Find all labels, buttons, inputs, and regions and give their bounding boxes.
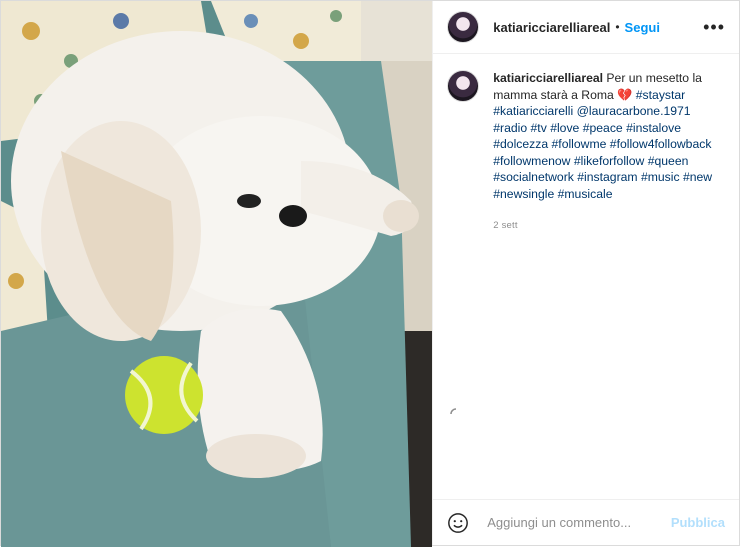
hashtag[interactable]: #peace xyxy=(583,121,623,135)
hashtag[interactable]: #radio xyxy=(493,121,527,135)
caption-username[interactable]: katiaricciarelliareal xyxy=(493,71,603,85)
hashtag[interactable]: #socialnetwork xyxy=(493,170,574,184)
smiley-icon[interactable] xyxy=(447,512,469,534)
hashtag[interactable]: #tv xyxy=(531,121,547,135)
dog-photo xyxy=(1,1,433,547)
post-photo[interactable] xyxy=(1,1,433,547)
hashtag[interactable]: #instagram xyxy=(577,170,637,184)
hashtag[interactable]: #followme xyxy=(552,137,607,151)
hashtag[interactable]: #love xyxy=(550,121,579,135)
more-horizontal-icon[interactable]: ••• xyxy=(703,18,725,36)
loading-spinner-icon xyxy=(450,408,457,415)
avatar[interactable] xyxy=(447,11,480,43)
comment-form: Pubblica xyxy=(433,499,739,545)
hashtag-list: #radio #tv #love #peace #instalove #dolc… xyxy=(493,121,712,201)
hashtag[interactable]: #katiaricciarelli xyxy=(493,104,573,118)
caption-text: katiaricciarelliareal Per un mesetto la … xyxy=(493,70,713,202)
post-sidebar: katiaricciarelliareal • Segui ••• katiar… xyxy=(432,1,739,545)
instagram-post: katiaricciarelliareal • Segui ••• katiar… xyxy=(0,0,740,547)
comment-input[interactable] xyxy=(485,514,671,531)
caption-avatar[interactable] xyxy=(447,70,480,102)
publish-button[interactable]: Pubblica xyxy=(671,515,725,530)
separator-dot: • xyxy=(615,20,620,34)
header-username[interactable]: katiaricciarelliareal xyxy=(493,20,610,35)
follow-button[interactable]: Segui xyxy=(625,20,660,35)
hashtag[interactable]: #newsingle xyxy=(493,187,554,201)
post-header: katiaricciarelliareal • Segui ••• xyxy=(433,1,739,54)
hashtag[interactable]: #dolcezza xyxy=(493,137,548,151)
hashtag[interactable]: #likeforfollow xyxy=(574,154,644,168)
hashtag[interactable]: #instalove xyxy=(626,121,681,135)
hashtag[interactable]: #new xyxy=(683,170,712,184)
post-time[interactable]: 2 sett xyxy=(493,220,725,231)
caption: katiaricciarelliareal Per un mesetto la … xyxy=(447,70,725,202)
hashtag[interactable]: #musicale xyxy=(558,187,613,201)
broken-heart-emoji: 💔 xyxy=(617,87,633,102)
hashtag[interactable]: #queen xyxy=(648,154,689,168)
hashtag[interactable]: #followmenow xyxy=(493,154,570,168)
hashtag[interactable]: #follow4followback xyxy=(610,137,712,151)
hashtag[interactable]: #staystar xyxy=(636,88,685,102)
mention-link[interactable]: @lauracarbone.1971 xyxy=(577,104,691,118)
hashtag[interactable]: #music xyxy=(641,170,680,184)
comments-area: katiaricciarelliareal Per un mesetto la … xyxy=(433,54,739,499)
